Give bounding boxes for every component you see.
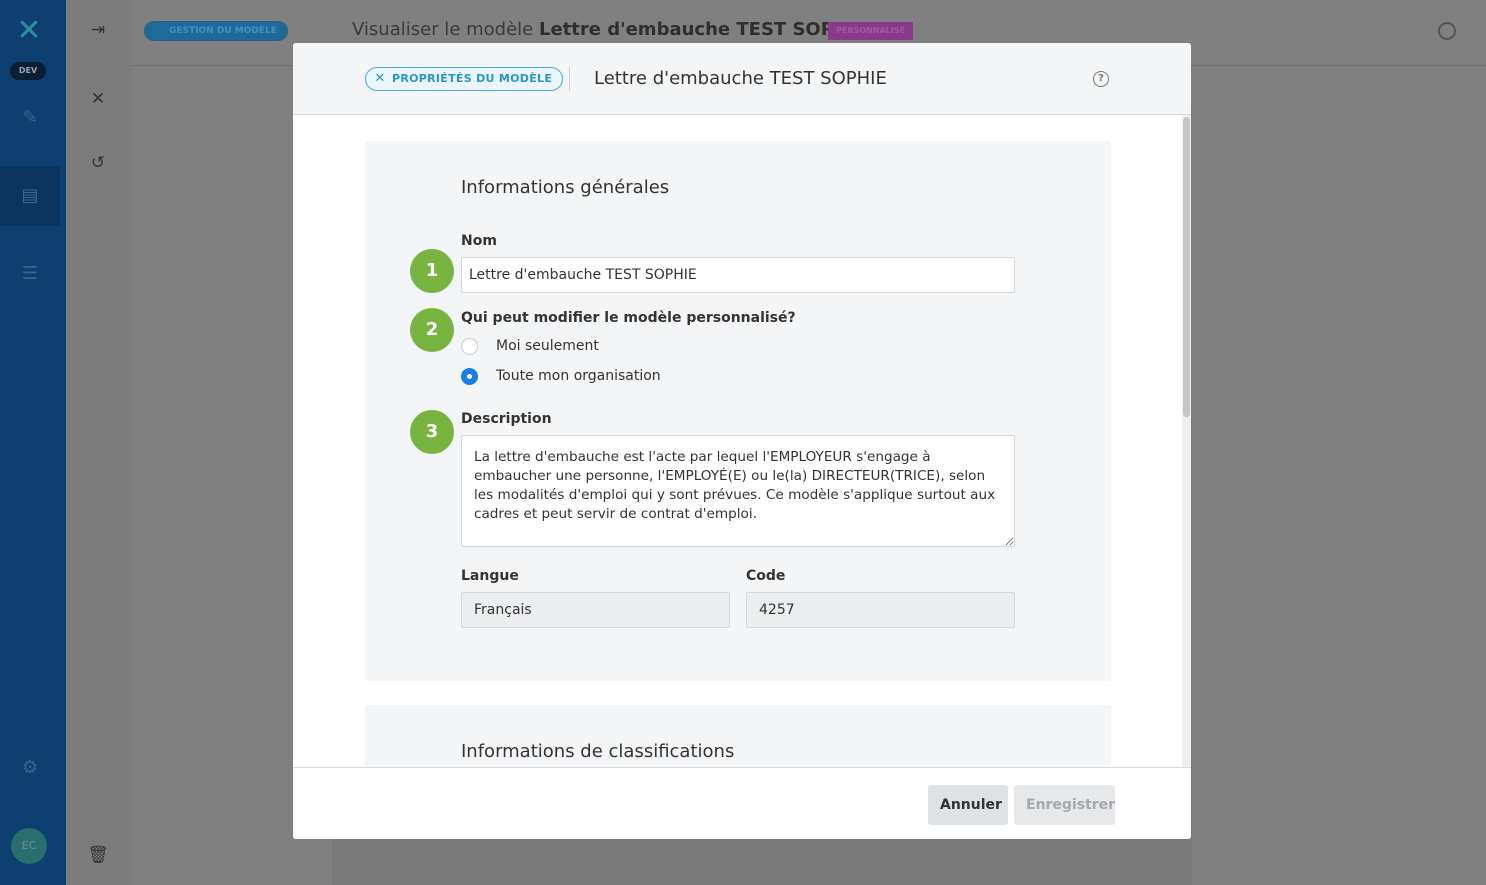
app-subnav: ⇥ ✕ ↺ 🗑	[66, 0, 132, 885]
tools-icon: ✕	[374, 71, 386, 86]
step-badge-2: 2	[410, 308, 454, 352]
radio-button-checked[interactable]	[461, 367, 478, 385]
modal-body[interactable]: Informations générales Nom 1 2 Qui peut …	[293, 115, 1191, 767]
cancel-button[interactable]: Annuler	[928, 785, 1008, 825]
gear-icon[interactable]: ⚙	[18, 756, 42, 780]
step-badge-1: 1	[410, 249, 454, 293]
header-help-icon[interactable]	[1438, 22, 1456, 40]
avatar[interactable]: EC	[11, 828, 47, 864]
history-icon[interactable]: ↺	[86, 151, 110, 175]
page-title-name: Lettre d'embauche TEST SOPHIE	[538, 19, 868, 40]
name-label: Nom	[461, 233, 497, 249]
radio-button[interactable]	[461, 337, 478, 355]
permissions-label: Qui peut modifier le modèle personnalisé…	[461, 310, 796, 326]
document-edit-icon[interactable]: ✎	[18, 106, 42, 130]
save-button[interactable]: Enregistrer	[1014, 785, 1115, 825]
model-management-badge: GESTION DU MODÈLE	[144, 21, 288, 41]
app-sidebar: ✕ DEV ✎ ▤ ☰ ⚙ EC	[0, 0, 66, 885]
page-title: Visualiser le modèle Lettre d'embauche T…	[352, 19, 868, 40]
modal-title: Lettre d'embauche TEST SOPHIE	[594, 68, 887, 89]
general-info-card: Informations générales Nom 1 2 Qui peut …	[365, 141, 1111, 681]
page-title-prefix: Visualiser le modèle	[352, 19, 534, 40]
description-label: Description	[461, 411, 552, 427]
modal-header: ✕ PROPRIÉTÉS DU MODÈLE Lettre d'embauche…	[293, 43, 1191, 115]
app-logo-icon[interactable]: ✕	[12, 14, 46, 48]
radio-label: Toute mon organisation	[496, 368, 661, 384]
properties-badge-label: PROPRIÉTÉS DU MODÈLE	[392, 72, 553, 85]
document-icon[interactable]: ▤	[18, 184, 42, 208]
description-textarea[interactable]: La lettre d'embauche est l'acte par lequ…	[461, 435, 1015, 547]
name-input[interactable]	[461, 257, 1015, 293]
env-badge: DEV	[10, 62, 46, 80]
code-field: 4257	[746, 592, 1015, 628]
custom-tag: PERSONNALISÉ	[828, 22, 913, 40]
radio-option-organization[interactable]: Toute mon organisation	[461, 366, 661, 386]
model-properties-modal: ✕ PROPRIÉTÉS DU MODÈLE Lettre d'embauche…	[293, 43, 1191, 839]
classification-card: Informations de classifications	[365, 705, 1111, 767]
collapse-icon[interactable]: ⇥	[86, 18, 110, 42]
section-title-general: Informations générales	[461, 177, 670, 198]
language-field: Français	[461, 592, 730, 628]
scrollbar-thumb[interactable]	[1183, 117, 1190, 417]
modal-footer: Annuler Enregistrer	[293, 767, 1191, 839]
code-label: Code	[746, 568, 786, 584]
header-divider	[569, 67, 570, 91]
language-label: Langue	[461, 568, 519, 584]
trash-icon[interactable]: 🗑	[86, 843, 110, 867]
radio-label: Moi seulement	[496, 338, 599, 354]
tools-icon[interactable]: ✕	[86, 87, 110, 111]
list-icon[interactable]: ☰	[18, 262, 42, 286]
section-title-classification: Informations de classifications	[461, 741, 735, 762]
properties-badge: ✕ PROPRIÉTÉS DU MODÈLE	[365, 67, 564, 91]
help-icon[interactable]: ?	[1093, 71, 1109, 87]
radio-option-me-only[interactable]: Moi seulement	[461, 336, 599, 356]
step-badge-3: 3	[410, 410, 454, 454]
